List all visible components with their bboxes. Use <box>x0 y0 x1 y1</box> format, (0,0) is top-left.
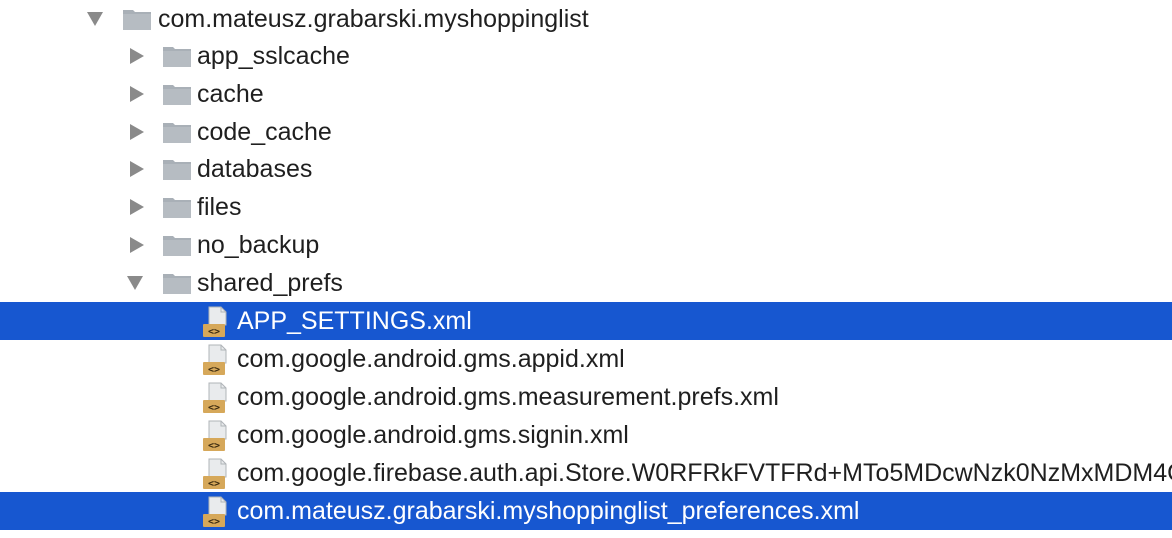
tree-row-no-backup[interactable]: no_backup <box>0 226 1172 264</box>
svg-text:<>: <> <box>208 517 220 528</box>
tree-row-label: shared_prefs <box>197 269 343 297</box>
folder-icon <box>162 157 192 181</box>
tree-row-shared-prefs[interactable]: shared_prefs <box>0 264 1172 302</box>
xml-file-icon: <> <box>202 420 230 452</box>
svg-text:<>: <> <box>208 365 220 376</box>
tree-row-gms-measurement-prefs-xml[interactable]: <> com.google.android.gms.measurement.pr… <box>0 378 1172 416</box>
tree-row-label: app_sslcache <box>197 42 350 70</box>
tree-row-label: com.google.android.gms.appid.xml <box>237 345 625 373</box>
folder-icon <box>162 233 192 257</box>
tree-row-label: com.mateusz.grabarski.myshoppinglist <box>158 5 589 33</box>
folder-icon <box>122 7 152 31</box>
folder-icon <box>162 120 192 144</box>
chevron-down-icon[interactable] <box>124 264 146 302</box>
svg-text:<>: <> <box>208 327 220 338</box>
file-tree: com.mateusz.grabarski.myshoppinglist app… <box>0 0 1172 538</box>
tree-row-root[interactable]: com.mateusz.grabarski.myshoppinglist <box>0 0 1172 38</box>
svg-text:<>: <> <box>208 403 220 414</box>
tree-row-code-cache[interactable]: code_cache <box>0 113 1172 151</box>
chevron-right-icon[interactable] <box>126 226 148 264</box>
tree-row-label: code_cache <box>197 118 332 146</box>
chevron-right-icon[interactable] <box>126 37 148 75</box>
chevron-right-icon[interactable] <box>126 113 148 151</box>
tree-row-app-settings-xml[interactable]: <> APP_SETTINGS.xml <box>0 302 1172 340</box>
tree-row-label: files <box>197 193 242 221</box>
tree-row-label: com.google.android.gms.measurement.prefs… <box>237 383 779 411</box>
chevron-right-icon[interactable] <box>126 188 148 226</box>
tree-row-label: cache <box>197 80 264 108</box>
svg-text:<>: <> <box>208 441 220 452</box>
tree-row-label: com.mateusz.grabarski.myshoppinglist_pre… <box>237 497 860 525</box>
tree-row-app-sslcache[interactable]: app_sslcache <box>0 37 1172 75</box>
tree-row-cache[interactable]: cache <box>0 75 1172 113</box>
xml-file-icon: <> <box>202 382 230 414</box>
tree-row-label: databases <box>197 155 313 183</box>
xml-file-icon: <> <box>202 344 230 376</box>
folder-icon <box>162 44 192 68</box>
tree-row-label: com.google.android.gms.signin.xml <box>237 421 629 449</box>
xml-file-icon: <> <box>202 306 230 338</box>
xml-file-icon: <> <box>202 458 230 490</box>
svg-text:<>: <> <box>208 479 220 490</box>
tree-row-label: com.google.firebase.auth.api.Store.W0RFR… <box>237 459 1172 487</box>
chevron-right-icon[interactable] <box>126 150 148 188</box>
xml-file-icon: <> <box>202 496 230 528</box>
folder-icon <box>162 195 192 219</box>
tree-row-gms-signin-xml[interactable]: <> com.google.android.gms.signin.xml <box>0 416 1172 454</box>
tree-row-label: APP_SETTINGS.xml <box>237 307 472 335</box>
tree-row-databases[interactable]: databases <box>0 150 1172 188</box>
chevron-right-icon[interactable] <box>126 75 148 113</box>
tree-row-myshoppinglist-preferences-xml[interactable]: <> com.mateusz.grabarski.myshoppinglist_… <box>0 492 1172 530</box>
folder-icon <box>162 271 192 295</box>
tree-row-firebase-auth-store-xml[interactable]: <> com.google.firebase.auth.api.Store.W0… <box>0 454 1172 492</box>
folder-icon <box>162 82 192 106</box>
chevron-down-icon[interactable] <box>84 0 106 38</box>
tree-row-files[interactable]: files <box>0 188 1172 226</box>
tree-row-label: no_backup <box>197 231 320 259</box>
tree-row-gms-appid-xml[interactable]: <> com.google.android.gms.appid.xml <box>0 340 1172 378</box>
